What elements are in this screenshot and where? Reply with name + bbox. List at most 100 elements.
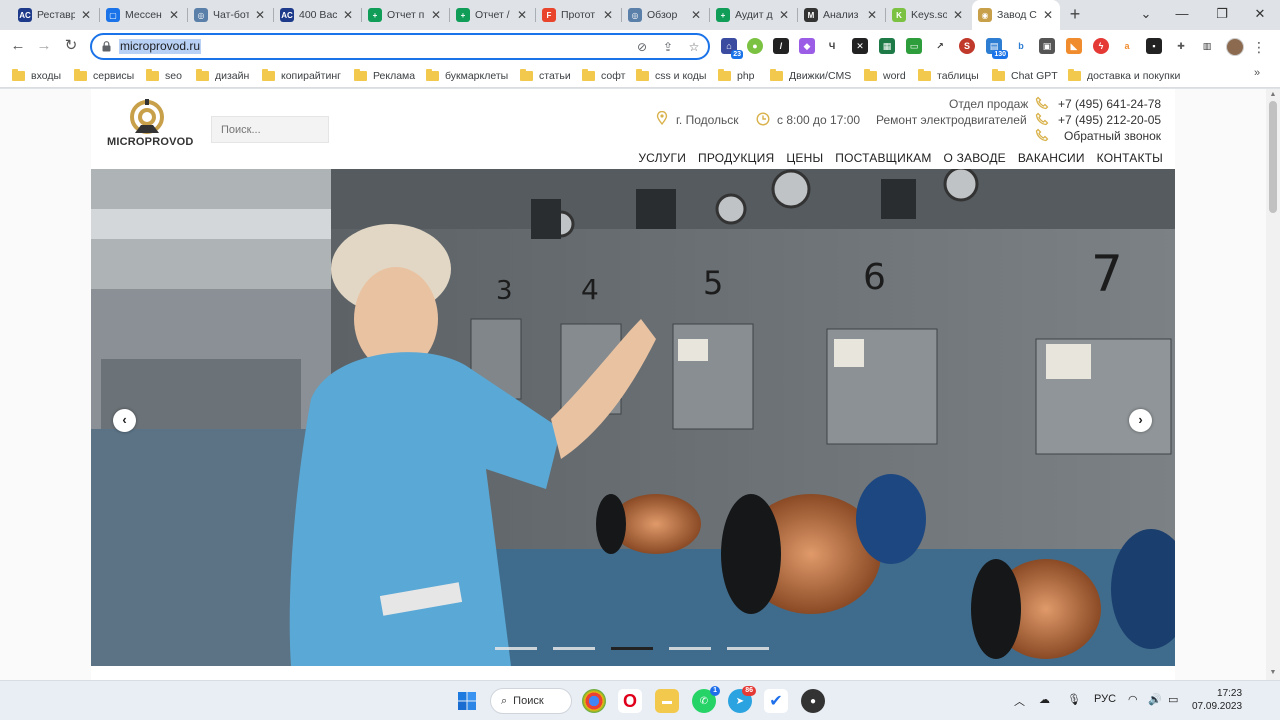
tab-close-icon[interactable]: ✕ [430, 8, 442, 22]
menu-item-postavshchikam[interactable]: ПОСТАВЩИКАМ [835, 151, 931, 165]
slider-prev-button[interactable]: ‹ [113, 409, 136, 432]
bookmark-folder[interactable]: сервисы [74, 68, 134, 83]
tab-search-chevron-icon[interactable]: ⌄ [1126, 2, 1166, 26]
extension-calc-icon[interactable]: ▤ 130 [986, 38, 1008, 59]
extension-table-icon[interactable]: ▦ [879, 38, 895, 54]
callback-link[interactable]: Обратный звонок [1064, 129, 1161, 143]
browser-tab[interactable]: + Отчет / ✕ [450, 2, 534, 28]
phone-sales[interactable]: +7 (495) 641-24-78 [1058, 97, 1161, 111]
bookmark-folder[interactable]: доставка и покупки [1068, 68, 1180, 83]
tab-close-icon[interactable]: ✕ [516, 8, 528, 22]
system-clock[interactable]: 17:23 07.09.2023 [1192, 687, 1242, 713]
slider-next-button[interactable]: › [1129, 409, 1152, 432]
profile-avatar[interactable] [1226, 38, 1244, 56]
browser-tab[interactable]: ◎ Чат-бот ✕ [188, 2, 272, 28]
extension-circle-icon[interactable]: ● [747, 38, 763, 54]
tab-close-icon[interactable]: ✕ [952, 8, 964, 22]
site-search-input[interactable] [211, 116, 329, 143]
extension-arrow-icon[interactable]: ↗ [932, 38, 948, 54]
bookmark-folder[interactable]: букмарклеты [426, 68, 508, 83]
tab-close-icon[interactable]: ✕ [254, 8, 266, 22]
url-text[interactable]: microprovod.ru [119, 39, 202, 54]
new-tab-button[interactable]: + [1066, 4, 1084, 24]
tray-chevron-icon[interactable]: ︿ [1014, 693, 1025, 709]
browser-tab[interactable]: + Аудит д ✕ [710, 2, 796, 28]
bookmark-folder[interactable]: css и коды [636, 68, 706, 83]
extension-a-icon[interactable]: a [1119, 38, 1135, 54]
language-indicator[interactable]: РУС [1094, 693, 1116, 705]
bookmark-folder[interactable]: софт [582, 68, 625, 83]
tasks-taskbar-icon[interactable]: ✔ [764, 689, 788, 713]
hero-slider[interactable]: 3 4 5 6 7 ‹ › [91, 169, 1175, 666]
tab-close-icon[interactable]: ✕ [690, 8, 702, 22]
whatsapp-taskbar-icon[interactable]: ✆ 1 [692, 686, 720, 713]
extension-ch-icon[interactable]: Ч [824, 38, 840, 54]
tab-close-icon[interactable]: ✕ [168, 8, 180, 22]
bookmark-folder[interactable]: Реклама [354, 68, 415, 83]
page-scrollbar[interactable]: ▲ ▼ [1266, 89, 1280, 680]
browser-tab[interactable]: M Анализ ✕ [798, 2, 884, 28]
close-window-button[interactable]: ✕ [1240, 2, 1280, 26]
browser-tab[interactable]: AC Реставр ✕ [12, 2, 98, 28]
eye-off-icon[interactable]: ⊘ [634, 39, 650, 55]
slider-dot-5[interactable] [727, 647, 769, 650]
tab-close-icon[interactable]: ✕ [342, 8, 354, 22]
tab-close-icon[interactable]: ✕ [1042, 8, 1054, 22]
extension-palette-icon[interactable]: ◆ [799, 38, 815, 54]
browser-tab[interactable]: ◎ Обзор ✕ [622, 2, 708, 28]
browser-tab[interactable]: ◉ Завод С ✕ [972, 0, 1060, 30]
bookmark-folder[interactable]: статьи [520, 68, 571, 83]
file-explorer-icon[interactable]: ▬ [655, 689, 679, 713]
minimize-button[interactable]: — [1162, 2, 1202, 26]
menu-item-ceny[interactable]: ЦЕНЫ [786, 151, 823, 165]
tab-close-icon[interactable]: ✕ [778, 8, 790, 22]
extension-lock-icon[interactable]: ▣ [1039, 38, 1055, 54]
menu-item-produkciya[interactable]: ПРОДУКЦИЯ [698, 151, 774, 165]
maximize-button[interactable]: ❐ [1202, 2, 1242, 26]
bookmark-folder[interactable]: word [864, 68, 906, 83]
bookmark-folder[interactable]: таблицы [918, 68, 979, 83]
browser-tab[interactable]: K Keys.so ✕ [886, 2, 970, 28]
menu-item-o-zavode[interactable]: О ЗАВОДЕ [944, 151, 1006, 165]
menu-item-uslugi[interactable]: УСЛУГИ [638, 151, 686, 165]
extension-b-icon[interactable]: b [1013, 38, 1029, 54]
telegram-taskbar-icon[interactable]: ➤ 86 [728, 686, 756, 713]
browser-tab[interactable]: ▢ Мессен ✕ [100, 2, 186, 28]
tab-close-icon[interactable]: ✕ [602, 8, 614, 22]
volume-icon[interactable]: 🔊 [1148, 693, 1162, 706]
extension-square-icon[interactable]: ▪ [1146, 38, 1162, 54]
address-bar[interactable]: microprovod.ru ⊘ ⇪ ☆ [90, 33, 710, 60]
browser-tab[interactable]: AC 400 Вас ✕ [274, 2, 360, 28]
scroll-thumb[interactable] [1269, 101, 1277, 213]
lock-icon[interactable] [102, 41, 111, 52]
tab-close-icon[interactable]: ✕ [866, 8, 878, 22]
extension-x-icon[interactable]: ✕ [852, 38, 868, 54]
bookmark-folder[interactable]: php [718, 68, 755, 83]
bookmark-folder[interactable]: копирайтинг [262, 68, 341, 83]
phone-repair[interactable]: +7 (495) 212-20-05 [1058, 113, 1161, 127]
bookmark-folder[interactable]: дизайн [196, 68, 249, 83]
browser-menu-icon[interactable]: ⋮ [1252, 37, 1266, 57]
browser-tab[interactable]: + Отчет п ✕ [362, 2, 448, 28]
opera-taskbar-icon[interactable]: O [618, 689, 642, 713]
bookmarks-overflow-icon[interactable]: » [1254, 67, 1260, 79]
back-button[interactable]: ← [8, 36, 28, 56]
app-taskbar-icon[interactable]: ● [801, 689, 825, 713]
bookmark-folder[interactable]: Движки/CMS [770, 68, 851, 83]
extension-slash-icon[interactable]: / [773, 38, 789, 54]
side-panel-icon[interactable]: ▥ [1199, 38, 1215, 54]
windows-start-icon[interactable] [457, 691, 477, 711]
microphone-icon[interactable]: 🎙 [1067, 693, 1081, 706]
menu-item-kontakty[interactable]: КОНТАКТЫ [1097, 151, 1163, 165]
slider-dot-3[interactable] [611, 647, 653, 650]
extension-s-icon[interactable]: S [959, 38, 975, 54]
bookmark-folder[interactable]: Chat GPT [992, 68, 1058, 83]
forward-button[interactable]: → [34, 36, 54, 56]
wifi-icon[interactable]: ◠ [1128, 693, 1138, 706]
reload-button[interactable]: ↻ [61, 36, 81, 56]
extension-bolt-icon[interactable]: ϟ [1093, 38, 1109, 54]
tab-close-icon[interactable]: ✕ [80, 8, 92, 22]
logo-text[interactable]: MICROPROVOD [107, 136, 194, 148]
battery-icon[interactable]: ▭ [1168, 693, 1178, 706]
share-icon[interactable]: ⇪ [660, 39, 676, 55]
